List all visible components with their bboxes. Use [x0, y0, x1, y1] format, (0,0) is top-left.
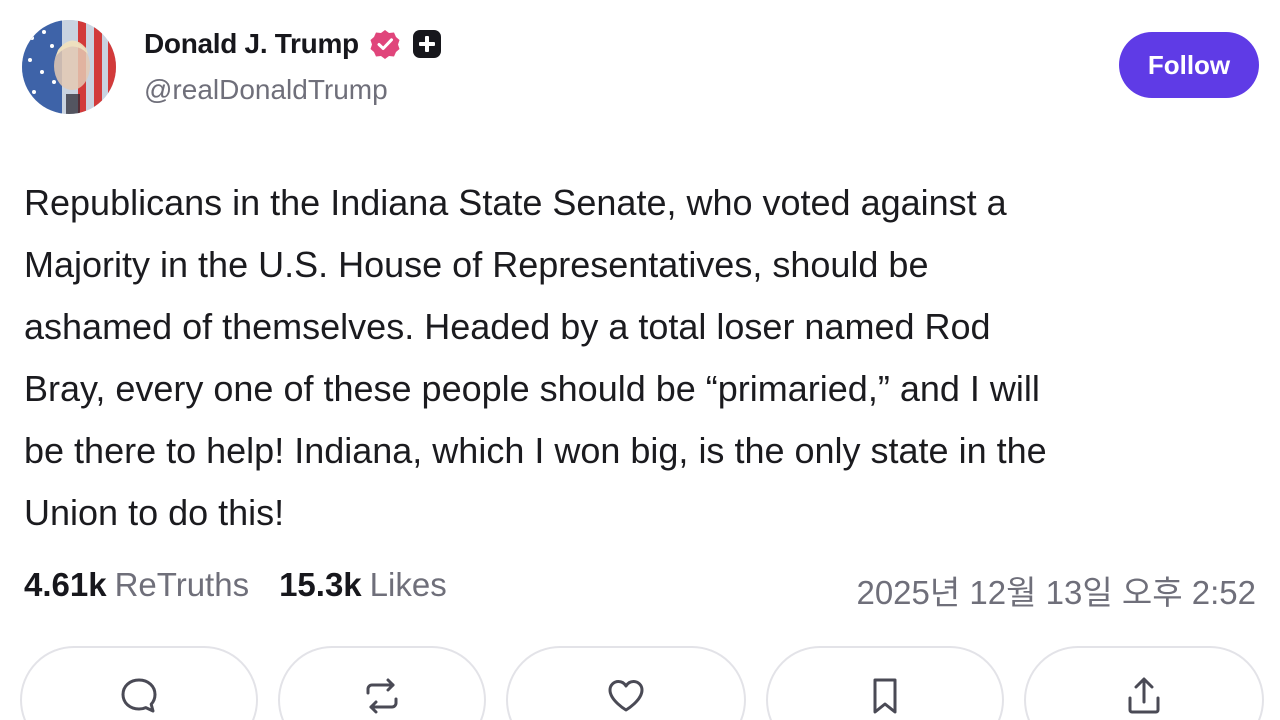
post-text: Republicans in the Indiana State Senate,…: [24, 182, 1047, 533]
retruths-count[interactable]: 4.61k: [24, 566, 107, 604]
author-block: Donald J. Trump @realDonaldTrump: [144, 24, 443, 106]
like-button[interactable]: [506, 646, 746, 720]
author-name-row: Donald J. Trump: [144, 24, 443, 64]
truth-post: Donald J. Trump @realDonaldTrump Follow …: [0, 0, 1280, 720]
bookmark-button[interactable]: [766, 646, 1004, 720]
retruths-label[interactable]: ReTruths: [115, 566, 249, 604]
reply-icon: [121, 678, 157, 713]
author-handle[interactable]: @realDonaldTrump: [144, 74, 443, 106]
reply-button[interactable]: [20, 646, 258, 720]
verified-badge-icon: [369, 28, 401, 60]
post-timestamp[interactable]: 2025년 12월 13일 오후 2:52: [856, 566, 1256, 614]
bookmark-icon: [873, 678, 897, 714]
retruth-button[interactable]: [278, 646, 486, 720]
likes-count[interactable]: 15.3k: [279, 566, 362, 604]
retruth-icon: [366, 678, 398, 714]
author-avatar[interactable]: [22, 20, 116, 114]
follow-button[interactable]: Follow: [1119, 32, 1259, 98]
share-button[interactable]: [1024, 646, 1264, 720]
share-icon: [1128, 677, 1160, 714]
plus-badge-icon: [411, 28, 443, 60]
likes-label[interactable]: Likes: [370, 566, 447, 604]
post-stats: 4.61k ReTruths 15.3k Likes: [24, 566, 447, 604]
author-display-name[interactable]: Donald J. Trump: [144, 28, 359, 60]
like-icon: [608, 680, 644, 712]
action-bar: [20, 646, 1264, 720]
